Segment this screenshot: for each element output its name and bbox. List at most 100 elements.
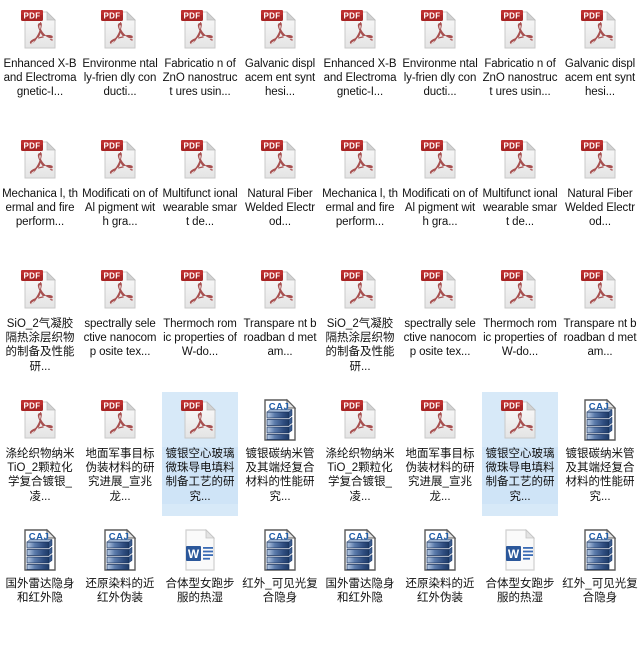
pdf-file-icon[interactable]: PDF	[416, 396, 464, 444]
file-item[interactable]: PDF Thermoch romic properties of W-do...	[160, 260, 240, 390]
file-item[interactable]: PDF SiO_2气凝胶隔热涂层织物的制备及性能研...	[320, 260, 400, 390]
file-item[interactable]: PDF Environme ntally-frien dly conducti.…	[80, 0, 160, 130]
pdf-file-icon[interactable]: PDF	[16, 266, 64, 314]
pdf-file-icon[interactable]: PDF	[176, 396, 224, 444]
pdf-file-icon[interactable]: PDF	[416, 266, 464, 314]
file-item[interactable]: CAJ 还原染料的近红外伪装	[80, 520, 160, 650]
file-item[interactable]: PDF Fabricatio n of ZnO nanostruct ures …	[160, 0, 240, 130]
file-item[interactable]: PDF 地面军事目标伪装材料的研究进展_宣兆龙...	[80, 390, 160, 520]
pdf-file-icon[interactable]: PDF	[96, 266, 144, 314]
file-item[interactable]: PDF Transpare nt broadban d metam...	[240, 260, 320, 390]
pdf-file-icon[interactable]: PDF	[496, 396, 544, 444]
pdf-file-icon[interactable]: PDF	[176, 136, 224, 184]
file-item[interactable]: PDF Thermoch romic properties of W-do...	[480, 260, 560, 390]
pdf-file-icon[interactable]: PDF	[416, 136, 464, 184]
file-item[interactable]: W 合体型女跑步服的热湿	[160, 520, 240, 650]
svg-text:PDF: PDF	[424, 272, 441, 281]
pdf-file-icon[interactable]: PDF	[336, 6, 384, 54]
pdf-file-icon[interactable]: PDF	[576, 6, 624, 54]
pdf-file-icon[interactable]: PDF	[576, 136, 624, 184]
caj-file-icon[interactable]: CAJ	[576, 396, 624, 444]
word-file-icon[interactable]: W	[176, 526, 224, 574]
pdf-badge: PDF	[581, 140, 603, 151]
file-item[interactable]: PDF Natural Fiber Welded Electrod...	[560, 130, 640, 260]
file-explorer-icon-grid[interactable]: PDF Enhanced X-Band Electroma gnetic-I..…	[0, 0, 640, 604]
pdf-file-icon[interactable]: PDF	[16, 6, 64, 54]
file-item[interactable]: PDF spectrally selective nanocomp osite …	[400, 260, 480, 390]
pdf-file-icon[interactable]: PDF	[416, 6, 464, 54]
file-item[interactable]: PDF Modificati on of Al pigment with gra…	[400, 130, 480, 260]
file-item[interactable]: CAJ 国外雷达隐身和红外隐	[320, 520, 400, 650]
svg-text:PDF: PDF	[424, 402, 441, 411]
caj-file-icon[interactable]: CAJ	[256, 396, 304, 444]
caj-file-icon[interactable]: CAJ	[416, 526, 464, 574]
svg-text:PDF: PDF	[584, 12, 601, 21]
caj-file-icon: CAJ	[264, 398, 297, 441]
file-item[interactable]: PDF Mechanica l, thermal and fire perfor…	[320, 130, 400, 260]
file-item[interactable]: PDF 镀银空心玻璃微珠导电填料制备工艺的研究...	[160, 390, 240, 520]
file-item[interactable]: PDF Transpare nt broadban d metam...	[560, 260, 640, 390]
svg-text:PDF: PDF	[344, 402, 361, 411]
file-name-label: Thermoch romic properties of W-do...	[163, 318, 237, 359]
pdf-file-icon[interactable]: PDF	[496, 266, 544, 314]
pdf-file-icon[interactable]: PDF	[96, 136, 144, 184]
file-item[interactable]: PDF spectrally selective nanocomp osite …	[80, 260, 160, 390]
pdf-file-icon[interactable]: PDF	[256, 136, 304, 184]
pdf-file-icon[interactable]: PDF	[16, 136, 64, 184]
pdf-file-icon[interactable]: PDF	[336, 136, 384, 184]
pdf-file-icon: PDF	[261, 10, 296, 49]
pdf-file-icon: PDF	[581, 140, 616, 179]
pdf-file-icon[interactable]: PDF	[96, 6, 144, 54]
pdf-file-icon[interactable]: PDF	[496, 6, 544, 54]
pdf-badge: PDF	[21, 400, 43, 411]
file-item[interactable]: PDF Enhanced X-Band Electroma gnetic-I..…	[320, 0, 400, 130]
file-item[interactable]: PDF SiO_2气凝胶隔热涂层织物的制备及性能研...	[0, 260, 80, 390]
file-name-label: 合体型女跑步服的热湿	[165, 578, 235, 605]
file-item[interactable]: PDF Multifunct ional wearable smart de..…	[160, 130, 240, 260]
pdf-file-icon[interactable]: PDF	[336, 396, 384, 444]
file-item[interactable]: CAJ 国外雷达隐身和红外隐	[0, 520, 80, 650]
caj-file-icon[interactable]: CAJ	[576, 526, 624, 574]
file-item[interactable]: PDF 涤纶织物纳米TiO_2颗粒化学复合镀银_凌...	[0, 390, 80, 520]
pdf-file-icon[interactable]: PDF	[336, 266, 384, 314]
file-item[interactable]: CAJ 红外_可见光复合隐身	[240, 520, 320, 650]
pdf-file-icon[interactable]: PDF	[496, 136, 544, 184]
pdf-file-icon[interactable]: PDF	[96, 396, 144, 444]
pdf-file-icon[interactable]: PDF	[176, 6, 224, 54]
caj-file-icon[interactable]: CAJ	[96, 526, 144, 574]
file-item[interactable]: PDF Fabricatio n of ZnO nanostruct ures …	[480, 0, 560, 130]
file-item[interactable]: W 合体型女跑步服的热湿	[480, 520, 560, 650]
pdf-file-icon[interactable]: PDF	[16, 396, 64, 444]
file-item[interactable]: PDF Natural Fiber Welded Electrod...	[240, 130, 320, 260]
pdf-file-icon[interactable]: PDF	[256, 6, 304, 54]
pdf-badge: PDF	[101, 140, 123, 151]
caj-file-icon[interactable]: CAJ	[256, 526, 304, 574]
file-item[interactable]: PDF Modificati on of Al pigment with gra…	[80, 130, 160, 260]
file-item[interactable]: PDF Enhanced X-Band Electroma gnetic-I..…	[0, 0, 80, 130]
file-item[interactable]: PDF Environme ntally-frien dly conducti.…	[400, 0, 480, 130]
file-item[interactable]: PDF Mechanica l, thermal and fire perfor…	[0, 130, 80, 260]
pdf-file-icon[interactable]: PDF	[576, 266, 624, 314]
pdf-file-icon[interactable]: PDF	[256, 266, 304, 314]
file-name-label: 还原染料的近红外伪装	[85, 578, 155, 605]
file-item[interactable]: PDF Multifunct ional wearable smart de..…	[480, 130, 560, 260]
file-item[interactable]: PDF 地面军事目标伪装材料的研究进展_宣兆龙...	[400, 390, 480, 520]
caj-file-icon[interactable]: CAJ	[16, 526, 64, 574]
svg-text:PDF: PDF	[424, 142, 441, 151]
file-name-label: 国外雷达隐身和红外隐	[325, 578, 395, 605]
caj-file-icon[interactable]: CAJ	[336, 526, 384, 574]
file-item[interactable]: PDF 涤纶织物纳米TiO_2颗粒化学复合镀银_凌...	[320, 390, 400, 520]
file-item[interactable]: CAJ 镀银碳纳米管及其端烃复合材料的性能研究...	[240, 390, 320, 520]
file-item[interactable]: PDF 镀银空心玻璃微珠导电填料制备工艺的研究...	[480, 390, 560, 520]
pdf-file-icon[interactable]: PDF	[176, 266, 224, 314]
pdf-badge: PDF	[261, 140, 283, 151]
file-item[interactable]: CAJ 镀银碳纳米管及其端烃复合材料的性能研究...	[560, 390, 640, 520]
word-file-icon[interactable]: W	[496, 526, 544, 574]
file-item[interactable]: CAJ 还原染料的近红外伪装	[400, 520, 480, 650]
file-item[interactable]: PDF Galvanic displacem ent synthesi...	[240, 0, 320, 130]
file-name-label: 镀银空心玻璃微珠导电填料制备工艺的研究...	[482, 447, 558, 504]
pdf-file-icon: PDF	[341, 10, 376, 49]
file-item[interactable]: CAJ 红外_可见光复合隐身	[560, 520, 640, 650]
svg-text:PDF: PDF	[104, 402, 121, 411]
file-item[interactable]: PDF Galvanic displacem ent synthesi...	[560, 0, 640, 130]
